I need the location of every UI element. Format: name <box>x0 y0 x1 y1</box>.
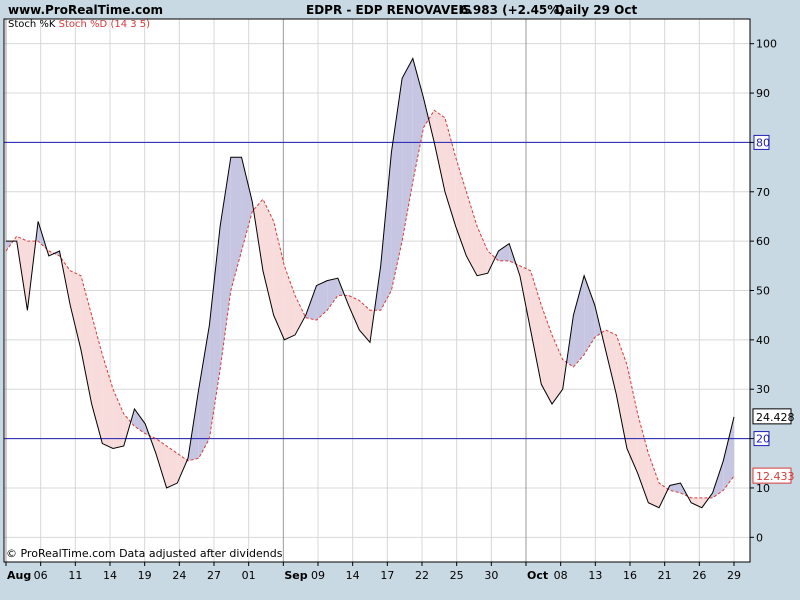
x-tick-label: 01 <box>242 569 256 582</box>
x-tick-label: 14 <box>103 569 117 582</box>
x-tick-label: 30 <box>484 569 498 582</box>
y-tick-label: 50 <box>756 285 770 298</box>
y-tick-label: 10 <box>756 482 770 495</box>
stochastic-chart[interactable]: 0 10 20 30 40 50 60 70 80 90 100 Aug06 11 14 19 24 27 01 S… <box>0 0 800 600</box>
y-tick-label: 40 <box>756 334 770 347</box>
x-tick-label: 25 <box>450 569 464 582</box>
y-tick-label: 70 <box>756 186 770 199</box>
x-tick-label: Aug <box>7 569 31 582</box>
x-tick-label: 11 <box>68 569 82 582</box>
x-tick-label: 17 <box>380 569 394 582</box>
last-k-label: 24.428 <box>756 411 795 424</box>
x-tick-label: Sep <box>284 569 307 582</box>
level-label: 80 <box>756 136 770 149</box>
y-tick-label: 0 <box>756 531 763 544</box>
level-label: 20 <box>756 433 770 446</box>
x-tick-label: 22 <box>415 569 429 582</box>
x-tick-label: 26 <box>692 569 706 582</box>
legend-d: Stoch %D (14 3 5) <box>58 19 151 30</box>
x-tick-label: 27 <box>207 569 221 582</box>
x-tick-label: 14 <box>346 569 360 582</box>
x-tick-label: 06 <box>34 569 48 582</box>
y-tick-label: 60 <box>756 235 770 248</box>
x-tick-label: 13 <box>588 569 602 582</box>
x-tick-label: 16 <box>623 569 637 582</box>
y-tick-label: 100 <box>756 38 777 51</box>
x-tick-label: 29 <box>727 569 741 582</box>
footer-note: © ProRealTime.com Data adjusted after di… <box>6 547 283 560</box>
last-d-label: 12.433 <box>756 470 795 483</box>
legend-k: Stoch %K <box>8 19 56 30</box>
x-tick-label: 09 <box>311 569 325 582</box>
y-tick-label: 90 <box>756 87 770 100</box>
y-tick-label: 30 <box>756 383 770 396</box>
x-tick-label: 19 <box>138 569 152 582</box>
x-tick-label: 08 <box>554 569 568 582</box>
x-tick-label: 24 <box>172 569 186 582</box>
indicator-legend: Stoch %K Stoch %D (14 3 5) <box>8 19 150 30</box>
x-tick-label: 21 <box>658 569 672 582</box>
x-tick-label: Oct <box>527 569 548 582</box>
